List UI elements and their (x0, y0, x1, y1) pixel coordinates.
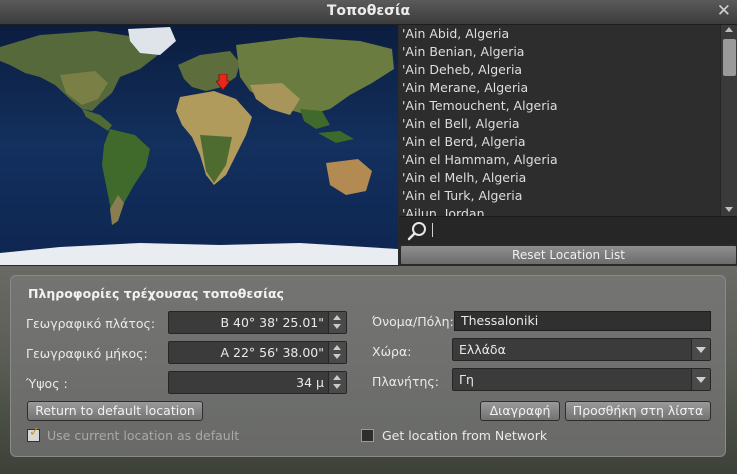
close-icon[interactable]: ✕ (717, 1, 731, 21)
name-label: Όνομα/Πόλη: (372, 314, 454, 329)
scrollbar-thumb[interactable] (723, 39, 736, 76)
world-map[interactable] (0, 25, 398, 265)
spinner-arrows-icon[interactable] (328, 342, 346, 363)
longitude-spinbox[interactable]: Α 22° 56' 38.00" (168, 341, 347, 364)
network-location-label: Get location from Network (382, 428, 548, 443)
location-list[interactable]: 'Ain Abid, Algeria 'Ain Benian, Algeria … (399, 25, 720, 216)
longitude-label: Γεωγραφικό μήκος: (26, 346, 148, 361)
spinner-arrows-icon[interactable] (328, 372, 346, 393)
reset-location-list-button[interactable]: Reset Location List (400, 245, 737, 265)
chevron-down-icon[interactable] (691, 369, 710, 390)
latitude-label: Γεωγραφικό πλάτος: (26, 316, 156, 331)
window-title: Τοποθεσία (326, 3, 411, 19)
altitude-value: 34 μ (296, 375, 324, 390)
country-label: Χώρα: (372, 344, 412, 359)
latitude-spinbox[interactable]: Β 40° 38' 25.01" (168, 311, 347, 334)
title-bar: Τοποθεσία ✕ (0, 0, 737, 25)
latitude-value: Β 40° 38' 25.01" (220, 315, 324, 330)
list-item[interactable]: 'Ain Abid, Algeria (399, 25, 720, 43)
altitude-spinbox[interactable]: 34 μ (168, 371, 347, 394)
search-input[interactable] (399, 216, 737, 244)
text-cursor (432, 223, 433, 237)
scroll-down-icon[interactable] (725, 207, 733, 212)
use-current-default-checkbox[interactable]: ✓ (27, 425, 40, 442)
list-item[interactable]: 'Ain el Hammam, Algeria (399, 151, 720, 169)
planet-label: Πλανήτης: (372, 374, 439, 389)
location-pin-icon (216, 74, 230, 90)
planet-select[interactable]: Γη (452, 368, 711, 391)
list-item[interactable]: 'Ain Benian, Algeria (399, 43, 720, 61)
country-select[interactable]: Ελλάδα (452, 338, 711, 361)
search-icon (407, 222, 426, 241)
world-map-image (0, 25, 398, 265)
list-item[interactable]: 'Ain el Bell, Algeria (399, 115, 720, 133)
list-item[interactable]: 'Ain el Berd, Algeria (399, 133, 720, 151)
list-item[interactable]: 'Ain Temouchent, Algeria (399, 97, 720, 115)
network-location-checkbox[interactable] (361, 429, 374, 442)
return-default-location-button[interactable]: Return to default location (27, 401, 203, 421)
list-item[interactable]: 'Ain el Turk, Algeria (399, 187, 720, 205)
list-item[interactable]: 'Ain Merane, Algeria (399, 79, 720, 97)
checkmark-icon: ✓ (29, 425, 40, 440)
list-scrollbar[interactable] (720, 25, 737, 216)
longitude-value: Α 22° 56' 38.00" (220, 345, 324, 360)
add-to-list-button[interactable]: Προσθήκη στη λίστα (565, 401, 711, 421)
list-item[interactable]: 'Ain Deheb, Algeria (399, 61, 720, 79)
scroll-up-icon[interactable] (725, 27, 733, 32)
altitude-label: Ύψος : (26, 376, 68, 391)
list-item[interactable]: 'Ajlun, Jordan (399, 205, 720, 216)
use-current-default-label: Use current location as default (47, 428, 240, 443)
planet-value: Γη (459, 372, 474, 387)
city-name-field[interactable]: Thessaloniki (454, 311, 711, 331)
spinner-arrows-icon[interactable] (328, 312, 346, 333)
section-title: Πληροφορίες τρέχουσας τοποθεσίας (28, 286, 284, 301)
chevron-down-icon[interactable] (691, 339, 710, 360)
list-item[interactable]: 'Ain el Melh, Algeria (399, 169, 720, 187)
country-value: Ελλάδα (459, 342, 506, 357)
delete-button[interactable]: Διαγραφή (480, 401, 560, 421)
